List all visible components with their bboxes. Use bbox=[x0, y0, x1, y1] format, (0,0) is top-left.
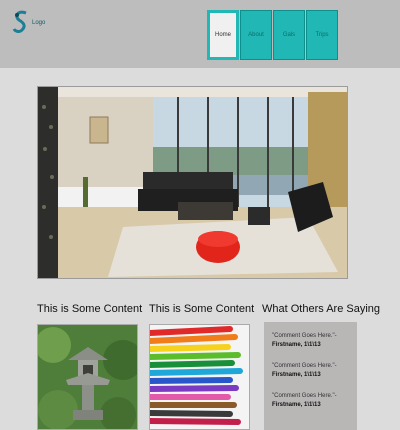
testimonials-title: What Others Are Saying bbox=[262, 303, 380, 315]
testimonial-text: "Comment Goes Here."- bbox=[272, 363, 337, 369]
nav-about-label: About bbox=[248, 32, 264, 38]
testimonial-author: Firstname, 1\1\13 bbox=[272, 342, 321, 348]
colored-pencils-illustration bbox=[150, 325, 249, 429]
hero-image bbox=[37, 86, 348, 279]
nav-gals[interactable]: Gals bbox=[273, 10, 305, 60]
nav-about[interactable]: About bbox=[240, 10, 272, 60]
testimonial-text: "Comment Goes Here."- bbox=[272, 333, 337, 339]
testimonial-item: "Comment Goes Here."- Firstname, 1\1\13 bbox=[272, 392, 357, 410]
site-logo[interactable]: Logo bbox=[12, 10, 52, 36]
nav-gals-label: Gals bbox=[282, 32, 296, 38]
content2-title: This is Some Content bbox=[149, 303, 255, 315]
testimonial-text: "Comment Goes Here."- bbox=[272, 393, 337, 399]
stone-lantern-image bbox=[37, 324, 138, 430]
colored-pencils-image bbox=[149, 324, 250, 430]
living-room-illustration bbox=[38, 87, 347, 278]
content1-title: This is Some Content bbox=[37, 303, 143, 315]
testimonial-author: Firstname, 1\1\13 bbox=[272, 402, 321, 408]
nav-trips-label: Trips bbox=[315, 32, 329, 38]
site-header: Logo Home About Gals Trips bbox=[0, 0, 400, 68]
nav-home-label: Home bbox=[214, 32, 231, 38]
testimonial-item: "Comment Goes Here."- Firstname, 1\1\13 bbox=[272, 362, 357, 380]
testimonial-author: Firstname, 1\1\13 bbox=[272, 372, 321, 378]
testimonial-item: "Comment Goes Here."- Firstname, 1\1\13 bbox=[272, 332, 357, 350]
nav-trips[interactable]: Trips bbox=[306, 10, 338, 60]
logo-text: Logo bbox=[32, 20, 46, 26]
stone-lantern-illustration bbox=[38, 325, 137, 429]
testimonials-panel: "Comment Goes Here."- Firstname, 1\1\13 … bbox=[264, 322, 357, 430]
logo-icon bbox=[12, 10, 27, 34]
nav-home[interactable]: Home bbox=[207, 10, 239, 60]
